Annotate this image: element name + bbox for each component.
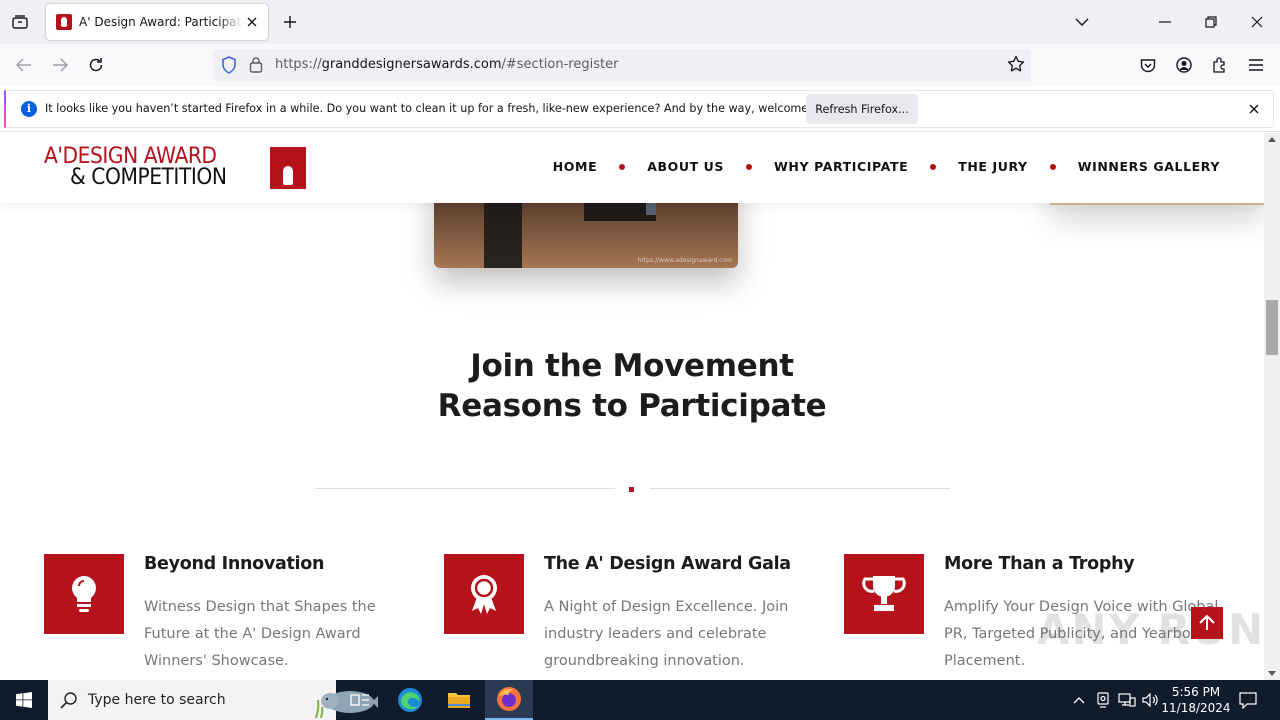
lock-icon[interactable] — [249, 56, 263, 77]
minimize-icon[interactable] — [1153, 10, 1177, 34]
nav-home[interactable]: HOME — [553, 159, 597, 174]
url-text[interactable]: https://granddesignersawards.com/#sectio… — [275, 57, 618, 72]
task-view-button[interactable] — [336, 680, 384, 720]
windows-start-button[interactable] — [0, 680, 48, 720]
photo-watermark: https://www.adesignaward.com — [637, 257, 732, 264]
notifications-icon[interactable] — [1236, 680, 1260, 720]
notification-accent — [4, 90, 6, 128]
scroll-down-icon[interactable] — [1268, 671, 1276, 676]
account-icon[interactable] — [1172, 53, 1196, 77]
feature-card: The A' Design Award Gala A Night of Desi… — [444, 554, 824, 680]
browser-tab-active[interactable]: A' Design Award: Participate for — [46, 4, 268, 40]
feature-title: The A' Design Award Gala — [544, 554, 791, 574]
trophy-icon — [862, 576, 906, 611]
site-logo[interactable]: A'DESIGN AWARD & COMPETITION — [44, 146, 306, 190]
feature-description: A Night of Design Excellence. Join indus… — [544, 599, 789, 669]
page-viewport: https://www.adesignaward.com A'DESIGN AW… — [0, 133, 1264, 680]
scroll-up-icon[interactable] — [1268, 137, 1276, 142]
back-arrow-icon[interactable] — [12, 53, 36, 77]
windows-logo-icon — [16, 692, 32, 708]
feature-icon-box — [44, 554, 124, 634]
feature-icon-box — [444, 554, 524, 634]
divider-line-right — [650, 488, 950, 489]
extensions-icon[interactable] — [1208, 53, 1232, 77]
pocket-icon[interactable] — [1136, 53, 1160, 77]
scroll-to-top-button[interactable] — [1191, 607, 1223, 639]
nav-separator-dot — [1049, 163, 1056, 170]
file-explorer-taskbar-button[interactable] — [435, 680, 483, 720]
award-ribbon-icon — [471, 575, 497, 614]
search-placeholder: Type here to search — [88, 692, 226, 708]
site-favicon-icon — [56, 14, 72, 30]
reload-icon[interactable] — [84, 53, 108, 77]
chevron-down-icon[interactable] — [1070, 10, 1094, 34]
divider-line-left — [315, 488, 615, 489]
firefox-icon — [497, 687, 521, 711]
nav-the-jury[interactable]: THE JURY — [958, 159, 1027, 174]
info-icon: i — [21, 101, 37, 117]
arrow-up-icon — [1199, 614, 1215, 630]
network-icon[interactable] — [1116, 680, 1138, 720]
logo-mark-icon — [270, 147, 306, 189]
refresh-firefox-notification: i It looks like you haven’t started Fire… — [0, 86, 1280, 132]
url-bar[interactable]: https://granddesignersawards.com/#sectio… — [213, 49, 1031, 81]
edge-icon — [398, 688, 422, 712]
close-notification-icon[interactable] — [1246, 101, 1262, 117]
divider-dot — [629, 487, 634, 492]
section-title: Join the Movement Reasons to Participate — [0, 346, 1264, 426]
edge-taskbar-button[interactable] — [386, 680, 434, 720]
tab-title: A' Design Award: Participate for — [79, 15, 243, 29]
feature-description: Witness Design that Shapes the Future at… — [144, 599, 376, 669]
tab-list-icon[interactable] — [8, 11, 32, 33]
feature-title: Beyond Innovation — [144, 554, 325, 574]
tray-chevron-up-icon[interactable] — [1068, 680, 1090, 720]
refresh-firefox-button[interactable]: Refresh Firefox... — [806, 94, 918, 124]
site-header: A'DESIGN AWARD & COMPETITION HOME ABOUT … — [0, 133, 1264, 203]
nav-separator-dot — [746, 163, 753, 170]
close-window-icon[interactable] — [1245, 10, 1269, 34]
windows-taskbar: Type here to search 5:56 PM 11/18/2024 — [0, 680, 1280, 720]
forward-arrow-icon[interactable] — [48, 53, 72, 77]
menu-icon[interactable] — [1244, 53, 1268, 77]
nav-why-participate[interactable]: WHY PARTICIPATE — [774, 159, 908, 174]
page-scrollbar[interactable] — [1264, 133, 1280, 680]
clock-time: 5:56 PM — [1171, 685, 1221, 699]
feature-card: Beyond Innovation Witness Design that Sh… — [44, 554, 424, 680]
nav-separator-dot — [619, 163, 626, 170]
feature-icon-box — [844, 554, 924, 634]
logo-line-2: & COMPETITION — [70, 165, 227, 190]
task-view-icon — [350, 694, 369, 706]
lightbulb-icon — [72, 576, 96, 612]
notification-text: It looks like you haven’t started Firefo… — [45, 102, 843, 115]
feature-title: More Than a Trophy — [944, 554, 1135, 574]
section-title-line-1: Join the Movement — [470, 348, 794, 384]
nav-separator-dot — [930, 163, 937, 170]
browser-nav-bar: https://granddesignersawards.com/#sectio… — [0, 44, 1280, 86]
folder-icon — [448, 693, 470, 708]
section-title-line-2: Reasons to Participate — [437, 388, 827, 424]
main-nav: HOME ABOUT US WHY PARTICIPATE THE JURY W… — [553, 159, 1220, 174]
nav-about-us[interactable]: ABOUT US — [647, 159, 724, 174]
bookmark-star-icon[interactable] — [1007, 55, 1025, 77]
anyrun-watermark: ANY RUN — [1037, 605, 1264, 654]
restore-icon[interactable] — [1199, 10, 1223, 34]
nav-winners-gallery[interactable]: WINNERS GALLERY — [1078, 159, 1220, 174]
taskbar-clock[interactable]: 5:56 PM 11/18/2024 — [1160, 684, 1232, 716]
firefox-taskbar-button[interactable] — [485, 680, 533, 720]
search-icon — [60, 691, 78, 713]
volume-icon[interactable] — [1140, 680, 1162, 720]
scroll-thumb[interactable] — [1266, 300, 1278, 355]
taskbar-search-box[interactable]: Type here to search — [48, 680, 378, 720]
clock-date: 11/18/2024 — [1161, 701, 1231, 715]
close-tab-icon[interactable] — [244, 14, 260, 30]
browser-tab-bar: A' Design Award: Participate for — [0, 0, 1280, 44]
new-tab-icon[interactable] — [280, 12, 300, 32]
tray-device-icon[interactable] — [1093, 680, 1113, 720]
shield-icon[interactable] — [221, 56, 237, 78]
